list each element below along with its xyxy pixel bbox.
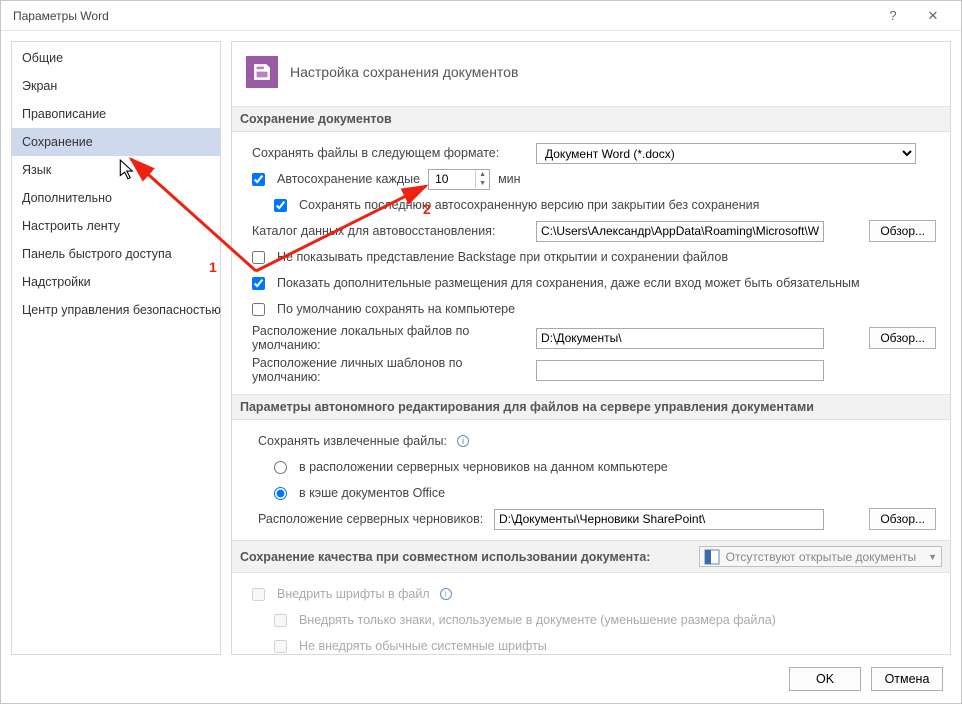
sidebar-item-6[interactable]: Настроить ленту: [12, 212, 220, 240]
save-format-select[interactable]: Документ Word (*.docx): [536, 143, 916, 164]
spinner-up[interactable]: ▲: [476, 170, 489, 179]
show-additional-checkbox[interactable]: [252, 277, 265, 290]
window-title: Параметры Word: [13, 9, 873, 23]
sidebar-item-7[interactable]: Панель быстрого доступа: [12, 240, 220, 268]
no-backstage-label: Не показывать представление Backstage пр…: [277, 250, 728, 264]
group-offline-editing: Параметры автономного редактирования для…: [232, 394, 950, 420]
default-pc-label: По умолчанию сохранять на компьютере: [277, 302, 515, 316]
save-disk-icon: [246, 56, 278, 88]
autorecover-path-input[interactable]: [536, 221, 824, 242]
default-pc-checkbox[interactable]: [252, 303, 265, 316]
save-format-label: Сохранять файлы в следующем формате:: [252, 146, 528, 160]
server-drafts-browse-button[interactable]: Обзор...: [869, 508, 936, 530]
spinner-down[interactable]: ▼: [476, 179, 489, 188]
dialog-footer: OK Отмена: [1, 655, 961, 703]
no-backstage-checkbox[interactable]: [252, 251, 265, 264]
cancel-button[interactable]: Отмена: [871, 667, 943, 691]
page-header: Настройка сохранения документов: [246, 56, 936, 88]
titlebar: Параметры Word ? ✕: [1, 1, 961, 31]
autosave-minutes-spinner[interactable]: ▲▼: [428, 169, 490, 190]
show-additional-label: Показать дополнительные размещения для с…: [277, 276, 860, 290]
keep-last-autosave-label: Сохранять последнюю автосохраненную верс…: [299, 198, 759, 212]
group-font-quality: Сохранение качества при совместном испол…: [232, 540, 950, 573]
no-system-fonts-checkbox: [274, 640, 287, 653]
server-drafts-radio[interactable]: [274, 461, 287, 474]
close-button[interactable]: ✕: [913, 8, 953, 24]
group-font-quality-label: Сохранение качества при совместном испол…: [240, 550, 650, 564]
category-sidebar: ОбщиеЭкранПравописаниеСохранениеЯзыкДопо…: [11, 41, 221, 655]
embed-used-chars-label: Внедрять только знаки, используемые в до…: [299, 613, 776, 627]
autosave-minutes-input[interactable]: [435, 172, 465, 186]
sidebar-item-8[interactable]: Надстройки: [12, 268, 220, 296]
office-cache-radio[interactable]: [274, 487, 287, 500]
personal-templates-label: Расположение личных шаблонов по умолчани…: [252, 356, 528, 384]
embed-fonts-label: Внедрить шрифты в файл: [277, 587, 430, 601]
local-files-browse-button[interactable]: Обзор...: [869, 327, 936, 349]
sidebar-item-5[interactable]: Дополнительно: [12, 184, 220, 212]
no-system-fonts-label: Не внедрять обычные системные шрифты: [299, 639, 547, 653]
embed-used-chars-checkbox: [274, 614, 287, 627]
ok-button[interactable]: OK: [789, 667, 861, 691]
sidebar-item-0[interactable]: Общие: [12, 44, 220, 72]
settings-panel: Настройка сохранения документов Сохранен…: [231, 41, 951, 655]
sidebar-item-4[interactable]: Язык: [12, 156, 220, 184]
sidebar-item-9[interactable]: Центр управления безопасностью: [12, 296, 220, 324]
page-title: Настройка сохранения документов: [290, 64, 518, 80]
autosave-checkbox[interactable]: [252, 173, 265, 186]
server-drafts-radio-label: в расположении серверных черновиков на д…: [299, 460, 668, 474]
autosave-unit-label: мин: [498, 172, 520, 186]
local-files-input[interactable]: [536, 328, 824, 349]
autorecover-browse-button[interactable]: Обзор...: [869, 220, 936, 242]
help-button[interactable]: ?: [873, 8, 913, 23]
embed-fonts-checkbox: [252, 588, 265, 601]
document-selector[interactable]: Отсутствуют открытые документы ▼: [699, 546, 942, 567]
info-icon[interactable]: i: [457, 435, 469, 447]
server-drafts-path-input[interactable]: [494, 509, 824, 530]
sidebar-item-1[interactable]: Экран: [12, 72, 220, 100]
word-doc-icon: [704, 549, 720, 565]
options-dialog: Параметры Word ? ✕ ОбщиеЭкранПравописани…: [0, 0, 962, 704]
keep-last-autosave-checkbox[interactable]: [274, 199, 287, 212]
save-checkedout-label: Сохранять извлеченные файлы:: [258, 434, 447, 448]
sidebar-item-2[interactable]: Правописание: [12, 100, 220, 128]
office-cache-radio-label: в кэше документов Office: [299, 486, 445, 500]
chevron-down-icon: ▼: [928, 552, 937, 562]
server-drafts-path-label: Расположение серверных черновиков:: [258, 512, 486, 526]
info-icon: i: [440, 588, 452, 600]
autosave-label: Автосохранение каждые: [277, 172, 420, 186]
autorecover-path-label: Каталог данных для автовосстановления:: [252, 224, 528, 238]
local-files-label: Расположение локальных файлов по умолчан…: [252, 324, 528, 352]
personal-templates-input[interactable]: [536, 360, 824, 381]
group-save-documents: Сохранение документов: [232, 106, 950, 132]
sidebar-item-3[interactable]: Сохранение: [12, 128, 220, 156]
